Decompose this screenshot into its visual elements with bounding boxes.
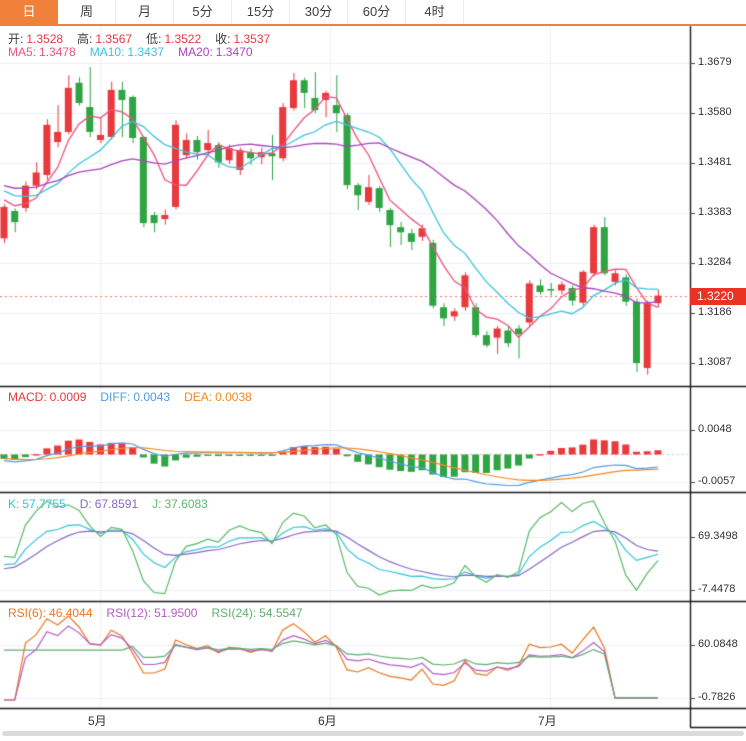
chart-app: 日周月5分15分30分60分4时 开:1.3528 高:1.3567 低:1.352… [0, 0, 746, 741]
macd-axis-label: -0.0057 [698, 475, 735, 487]
open-label: 开: [8, 32, 23, 46]
dea-label: DEA: [184, 390, 212, 404]
rsi12-label: RSI(12): [106, 606, 151, 620]
price-axis-label: 1.3284 [698, 256, 732, 268]
open-value: 1.3528 [26, 32, 63, 46]
timeframe-tab-5[interactable]: 15分 [232, 0, 290, 24]
rsi12-value: 51.9500 [154, 606, 197, 620]
d-value: 67.8591 [95, 497, 138, 511]
high-value: 1.3567 [95, 32, 132, 46]
macd-value: 0.0009 [50, 390, 87, 404]
ma5-label: MA5: [8, 45, 36, 59]
close-label: 收: [215, 32, 230, 46]
x-axis-month-label: 7月 [538, 712, 557, 729]
bottom-scrollbar[interactable] [2, 731, 744, 736]
rsi6-value: 46.4044 [49, 606, 92, 620]
k-value: 57.7755 [22, 497, 65, 511]
macd-label: MACD: [8, 390, 47, 404]
price-axis-label: 1.3087 [698, 356, 732, 368]
price-axis-label: 1.3679 [698, 56, 732, 68]
x-axis-month-label: 5月 [88, 712, 107, 729]
timeframe-tab-1[interactable]: 日 [0, 0, 58, 24]
j-value: 37.6083 [164, 497, 207, 511]
chart-canvas[interactable] [0, 0, 746, 741]
ma10-label: MA10: [90, 45, 125, 59]
rsi-row: RSI(6):46.4044 RSI(12):51.9500 RSI(24):54.… [8, 606, 306, 620]
timeframe-toolbar: 日周月5分15分30分60分4时 [0, 0, 746, 26]
price-axis-label: 1.3481 [698, 156, 732, 168]
x-axis-month-label: 6月 [318, 712, 337, 729]
low-label: 低: [146, 32, 161, 46]
high-label: 高: [77, 32, 92, 46]
rsi-axis-label: 60.0848 [698, 638, 738, 650]
close-value: 1.3537 [233, 32, 270, 46]
d-label: D: [80, 497, 92, 511]
low-value: 1.3522 [164, 32, 201, 46]
ma-row: MA5:1.3478 MA10:1.3437 MA20:1.3470 [8, 45, 256, 59]
rsi-axis-label: -0.7826 [698, 691, 735, 703]
timeframe-tab-3[interactable]: 月 [116, 0, 174, 24]
macd-row: MACD:0.0009 DIFF:0.0043 DEA:0.0038 [8, 390, 255, 404]
diff-label: DIFF: [100, 390, 130, 404]
diff-value: 0.0043 [133, 390, 170, 404]
timeframe-tab-8[interactable]: 4时 [406, 0, 464, 24]
timeframe-tab-6[interactable]: 30分 [290, 0, 348, 24]
kdj-axis-label: 69.3498 [698, 530, 738, 542]
ma10-value: 1.3437 [127, 45, 164, 59]
j-label: J: [152, 497, 161, 511]
last-price-badge: 1.3220 [690, 288, 746, 305]
price-axis-label: 1.3186 [698, 306, 732, 318]
rsi6-label: RSI(6): [8, 606, 46, 620]
rsi24-value: 54.5547 [259, 606, 302, 620]
macd-axis-label: 0.0048 [698, 423, 732, 435]
dea-value: 0.0038 [215, 390, 252, 404]
ma5-value: 1.3478 [39, 45, 76, 59]
k-label: K: [8, 497, 19, 511]
ma20-label: MA20: [178, 45, 213, 59]
timeframe-tab-2[interactable]: 周 [58, 0, 116, 24]
price-axis-label: 1.3580 [698, 106, 732, 118]
timeframe-tab-7[interactable]: 60分 [348, 0, 406, 24]
price-axis-label: 1.3383 [698, 206, 732, 218]
rsi24-label: RSI(24): [211, 606, 256, 620]
ma20-value: 1.3470 [216, 45, 253, 59]
kdj-row: K:57.7755 D:67.8591 J:37.6083 [8, 497, 211, 511]
kdj-axis-label: -7.4478 [698, 583, 735, 595]
timeframe-tab-4[interactable]: 5分 [174, 0, 232, 24]
